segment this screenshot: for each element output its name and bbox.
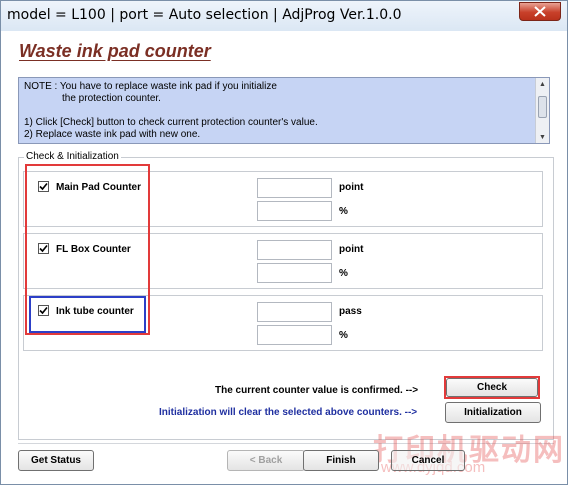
- scroll-down-icon[interactable]: ▼: [539, 132, 546, 143]
- fl-box-percent-unit: %: [339, 268, 348, 279]
- scroll-up-icon[interactable]: ▲: [539, 79, 546, 91]
- cancel-button[interactable]: Cancel: [391, 450, 465, 471]
- title-bar: model = L100 | port = Auto selection | A…: [1, 1, 567, 31]
- note-line-3: 1) Click [Check] button to check current…: [24, 117, 318, 128]
- initialization-message: Initialization will clear the selected a…: [159, 407, 418, 418]
- window-title: model = L100 | port = Auto selection | A…: [7, 7, 402, 23]
- highlight-blue-box: [29, 296, 146, 333]
- note-scrollbar[interactable]: ▲ ▼: [535, 78, 549, 143]
- note-line-2: the protection counter.: [62, 93, 161, 104]
- group-label: Check & Initialization: [24, 151, 121, 162]
- note-line-4: 2) Replace waste ink pad with new one.: [24, 129, 201, 140]
- ink-tube-unit: pass: [339, 306, 362, 317]
- note-box: NOTE : You have to replace waste ink pad…: [18, 77, 550, 144]
- page-title: Waste ink pad counter: [19, 41, 211, 61]
- ink-tube-value-field: [257, 302, 332, 322]
- scroll-thumb[interactable]: [538, 96, 547, 118]
- adjprog-window: model = L100 | port = Auto selection | A…: [0, 0, 568, 485]
- note-line-1: NOTE : You have to replace waste ink pad…: [24, 81, 277, 92]
- get-status-button[interactable]: Get Status: [18, 450, 94, 471]
- back-button[interactable]: < Back: [227, 450, 305, 471]
- fl-box-percent-field: [257, 263, 332, 283]
- fl-box-value-field: [257, 240, 332, 260]
- main-pad-value-field: [257, 178, 332, 198]
- highlight-check-box: [444, 376, 540, 399]
- close-icon: [534, 6, 546, 17]
- close-button[interactable]: [519, 2, 561, 21]
- main-pad-unit: point: [339, 182, 364, 193]
- confirm-message: The current counter value is confirmed. …: [215, 385, 419, 396]
- fl-box-unit: point: [339, 244, 364, 255]
- initialization-button[interactable]: Initialization: [445, 402, 541, 423]
- finish-button[interactable]: Finish: [303, 450, 379, 471]
- main-pad-percent-field: [257, 201, 332, 221]
- main-pad-percent-unit: %: [339, 206, 348, 217]
- ink-tube-percent-unit: %: [339, 330, 348, 341]
- ink-tube-percent-field: [257, 325, 332, 345]
